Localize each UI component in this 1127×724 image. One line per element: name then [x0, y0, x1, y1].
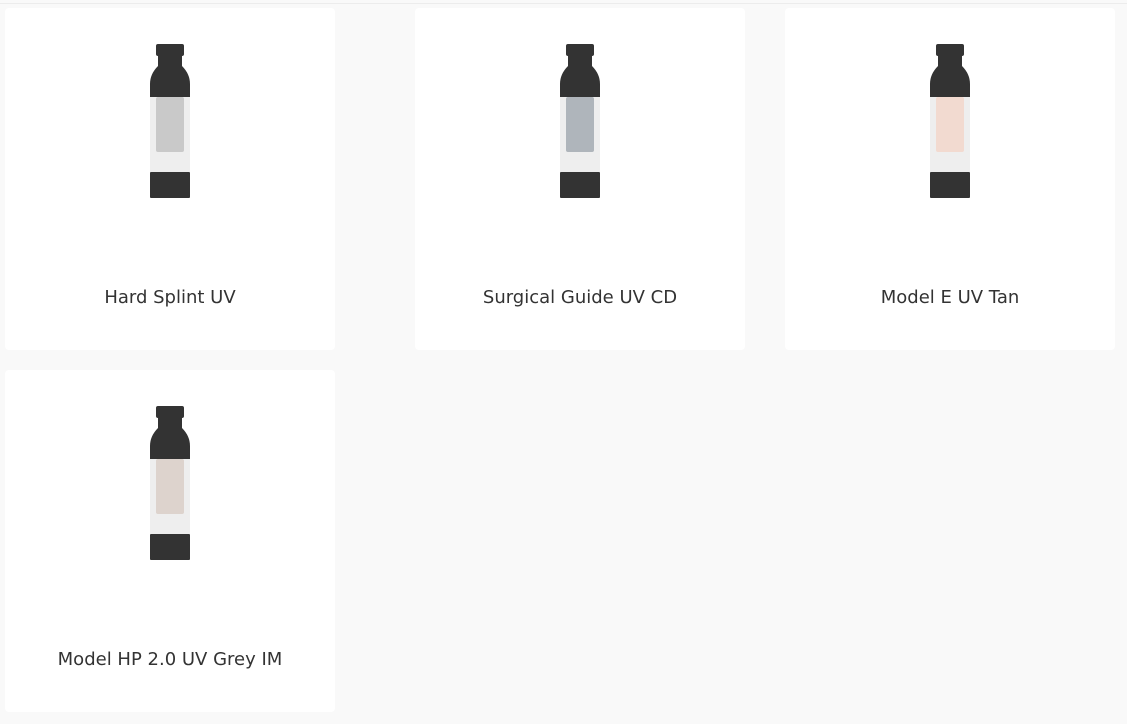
product-name: Surgical Guide UV CD — [482, 287, 678, 308]
top-divider — [0, 3, 1127, 4]
product-card[interactable]: Model E UV Tan — [785, 8, 1115, 350]
product-card[interactable]: Hard Splint UV — [5, 8, 335, 350]
product-card[interactable]: Model HP 2.0 UV Grey IM — [5, 370, 335, 712]
resin-bottle-icon — [149, 406, 191, 560]
resin-bottle-icon — [149, 44, 191, 198]
product-name: Hard Splint UV — [104, 287, 236, 308]
product-name: Model E UV Tan — [880, 287, 1020, 308]
resin-bottle-icon — [559, 44, 601, 198]
product-card[interactable]: Surgical Guide UV CD — [415, 8, 745, 350]
product-name: Model HP 2.0 UV Grey IM — [57, 649, 283, 670]
resin-bottle-icon — [929, 44, 971, 198]
